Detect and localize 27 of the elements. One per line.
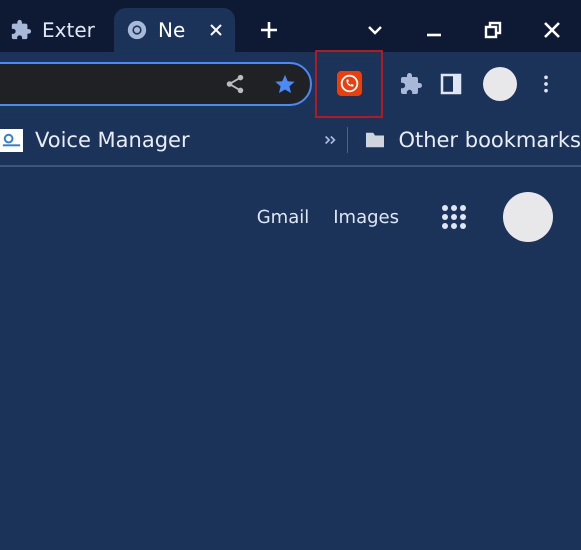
restore-icon[interactable]: [483, 20, 503, 40]
other-bookmarks-button[interactable]: Other bookmarks: [364, 128, 581, 152]
puzzle-icon[interactable]: [399, 72, 423, 96]
site-logo-icon: [0, 128, 23, 152]
header-link[interactable]: Images: [333, 206, 399, 228]
puzzle-icon: [10, 19, 32, 41]
extension-button[interactable]: [315, 50, 383, 118]
close-icon[interactable]: [209, 23, 223, 37]
side-panel-icon[interactable]: [439, 72, 463, 96]
browser-tab[interactable]: Exter: [0, 8, 114, 52]
address-bar[interactable]: [0, 62, 312, 106]
share-icon[interactable]: [224, 72, 246, 94]
browser-tab[interactable]: Ne: [114, 8, 235, 52]
profile-avatar[interactable]: [483, 66, 517, 100]
chevron-double-right-icon[interactable]: [323, 133, 338, 147]
tab-title: Ne: [158, 18, 186, 42]
close-icon[interactable]: [542, 20, 562, 40]
folder-icon: [364, 131, 386, 149]
new-tab-icon[interactable]: [259, 20, 279, 40]
star-icon[interactable]: [274, 72, 296, 94]
more-options-icon[interactable]: [543, 74, 549, 94]
apps-grid-icon[interactable]: [441, 204, 467, 230]
header-link[interactable]: Gmail: [256, 206, 310, 228]
tab-title: Exter: [42, 18, 95, 42]
phone-chat-icon: [336, 71, 362, 96]
bookmark-item[interactable]: Voice Manager: [0, 128, 190, 152]
profile-avatar[interactable]: [503, 192, 553, 242]
